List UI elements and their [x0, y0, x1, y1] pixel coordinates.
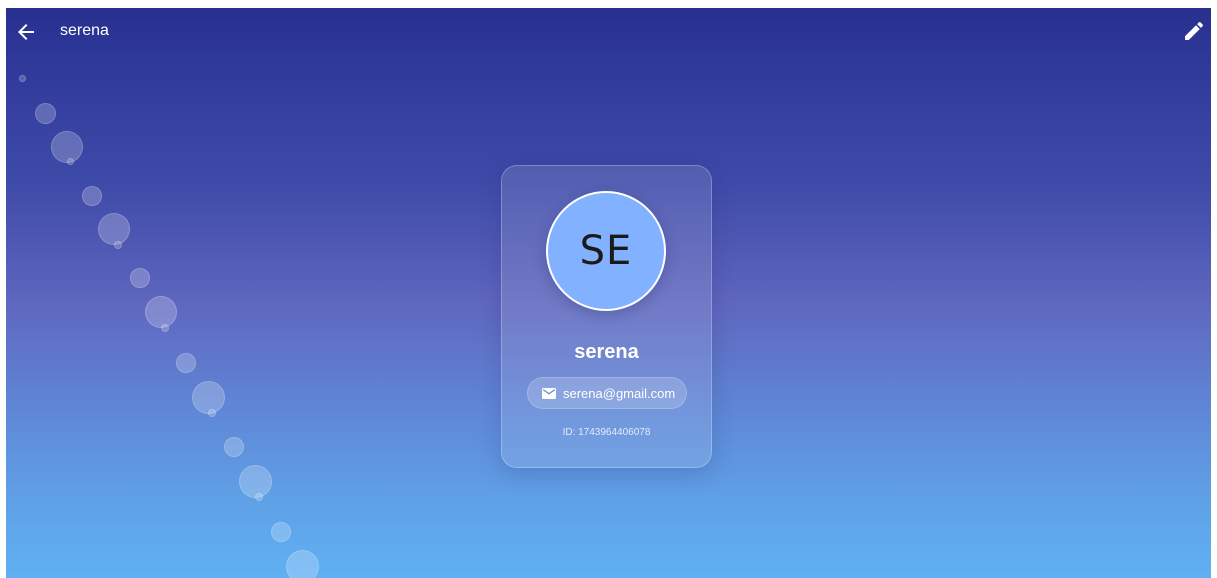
email-chip[interactable]: serena@gmail.com [527, 377, 687, 409]
user-id: ID: 1743964406078 [562, 427, 651, 438]
back-button[interactable] [14, 20, 38, 44]
decorative-bubble [67, 158, 74, 165]
decorative-bubble [208, 409, 216, 417]
profile-screen: serena SE serena serena@gmail.com ID: 17… [6, 8, 1211, 578]
user-name: serena [574, 341, 639, 363]
decorative-bubble [176, 353, 196, 373]
email-text: serena@gmail.com [563, 386, 676, 401]
decorative-bubble [271, 522, 291, 542]
profile-card: SE serena serena@gmail.com ID: 174396440… [501, 165, 712, 468]
page-title: serena [60, 22, 109, 39]
decorative-bubble [19, 75, 26, 82]
app-bar: serena [6, 8, 1211, 54]
avatar-initials: SE [579, 228, 633, 274]
decorative-bubble [114, 241, 122, 249]
mail-icon [542, 388, 556, 399]
decorative-bubble [82, 186, 102, 206]
decorative-bubble [130, 268, 150, 288]
decorative-bubble [286, 550, 319, 578]
decorative-bubble [35, 103, 56, 124]
decorative-bubble [98, 213, 130, 245]
decorative-bubble [224, 437, 244, 457]
decorative-bubble [161, 324, 169, 332]
decorative-bubble [255, 493, 263, 501]
pencil-icon [1182, 19, 1206, 43]
edit-profile-button[interactable] [1182, 19, 1206, 43]
avatar: SE [546, 191, 666, 311]
decorative-bubble [145, 296, 177, 328]
arrow-back-icon [14, 20, 38, 44]
